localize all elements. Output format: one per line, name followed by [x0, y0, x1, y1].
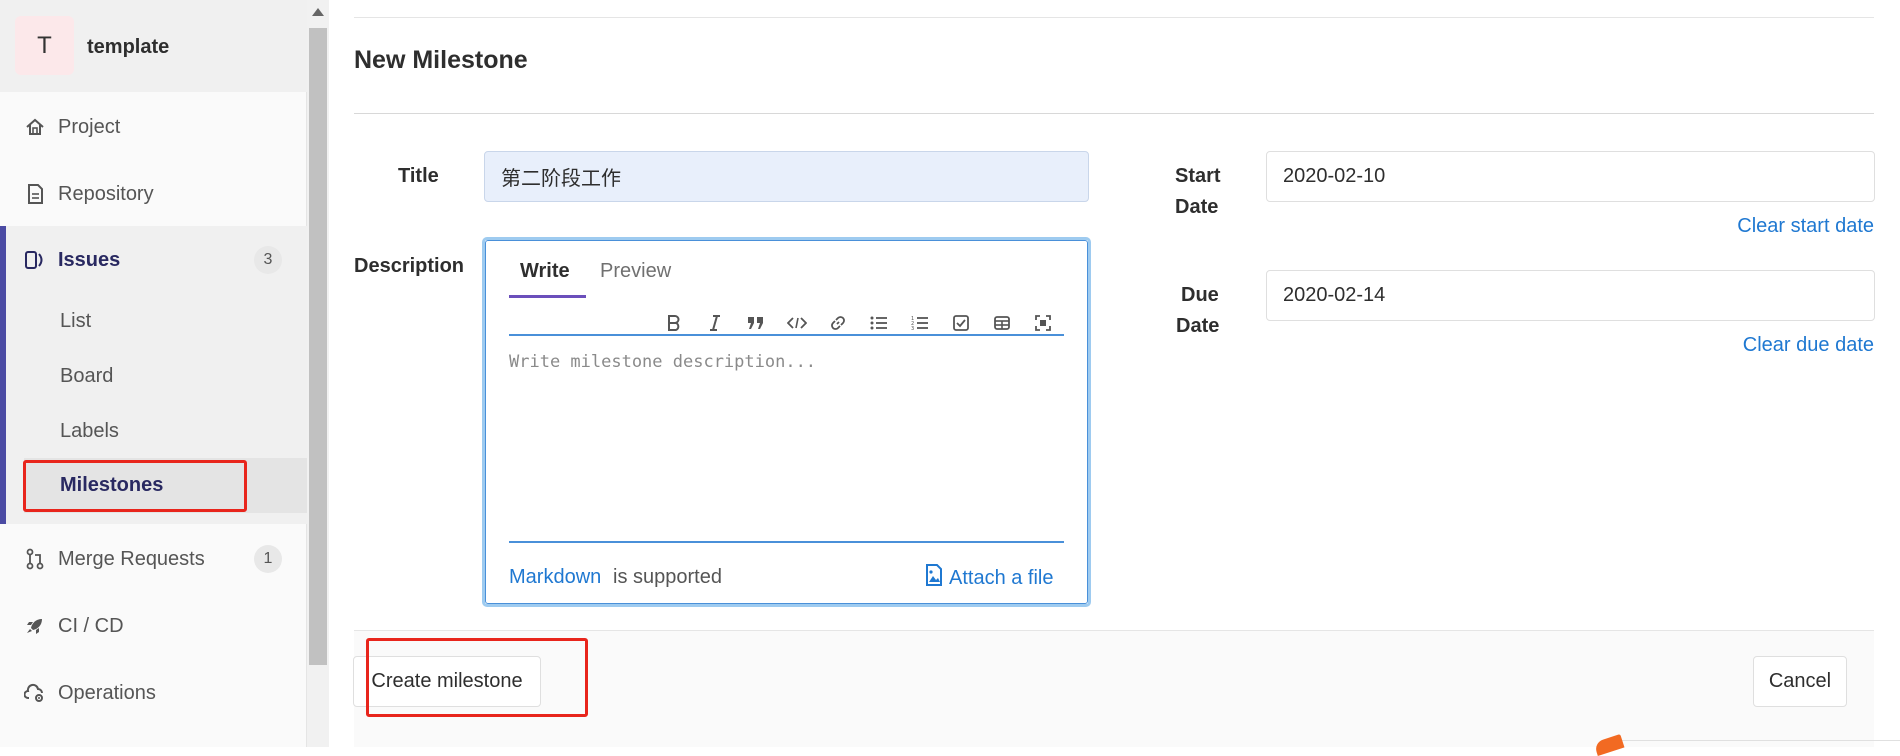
divider	[354, 113, 1874, 114]
cloud-gear-icon	[24, 682, 46, 704]
sidebar-item-operations[interactable]: Operations	[0, 663, 307, 723]
project-header[interactable]: T template	[0, 0, 307, 92]
sidebar-item-merge-requests[interactable]: Merge Requests 1	[0, 529, 307, 589]
divider	[354, 17, 1874, 18]
active-tab-underline	[509, 295, 586, 298]
numbered-list-icon[interactable]: 123	[899, 310, 940, 336]
document-icon	[24, 183, 46, 205]
merge-requests-count-badge: 1	[254, 545, 282, 573]
tab-write[interactable]: Write	[520, 260, 570, 283]
description-label: Description	[354, 255, 465, 277]
table-icon[interactable]	[981, 310, 1022, 336]
project-avatar: T	[15, 16, 74, 75]
sidebar-item-repository[interactable]: Repository	[0, 164, 307, 224]
main-content: New Milestone Title 第二阶段工作 Description W…	[329, 0, 1900, 747]
due-date-label-line1: Due	[1181, 284, 1219, 306]
italic-icon[interactable]	[694, 310, 735, 336]
sidebar-item-label: Issues	[58, 248, 121, 271]
clear-due-date-link[interactable]: Clear due date	[1629, 334, 1874, 357]
attach-file-label: Attach a file	[949, 566, 1054, 589]
link-icon[interactable]	[817, 310, 858, 336]
task-list-icon[interactable]	[940, 310, 981, 336]
sidebar-item-label: Repository	[58, 182, 154, 205]
due-date-label-line2: Date	[1176, 315, 1220, 337]
sidebar: T template Project Repository Issues 3 L…	[0, 0, 307, 747]
merge-request-icon	[24, 548, 46, 570]
sidebar-item-label: Operations	[58, 681, 156, 704]
tab-preview[interactable]: Preview	[600, 260, 671, 283]
toolbar-divider	[509, 334, 1064, 336]
page-title: New Milestone	[354, 46, 528, 74]
scrollbar-thumb[interactable]	[309, 28, 327, 665]
scroll-up-arrow-icon[interactable]	[312, 8, 324, 16]
markdown-toolbar: 123	[653, 310, 1063, 336]
due-date-input[interactable]: 2020-02-14	[1266, 270, 1875, 321]
milestones-highlight-box	[23, 460, 247, 512]
sidebar-item-label: Merge Requests	[58, 547, 205, 570]
start-date-label-line2: Date	[1175, 196, 1219, 218]
description-textarea[interactable]: Write milestone description...	[509, 352, 816, 372]
home-icon	[24, 116, 46, 138]
create-button-highlight-box	[366, 638, 588, 717]
clear-start-date-link[interactable]: Clear start date	[1629, 215, 1874, 238]
sidebar-item-ci-cd[interactable]: CI / CD	[0, 596, 307, 656]
rocket-icon	[24, 615, 46, 637]
issues-icon	[24, 249, 46, 271]
cancel-button[interactable]: Cancel	[1753, 656, 1847, 707]
description-editor: Write Preview 123 Write milestone descri…	[482, 237, 1091, 607]
title-input[interactable]: 第二阶段工作	[484, 151, 1089, 202]
sidebar-subitem-labels[interactable]: Labels	[60, 420, 119, 443]
sidebar-item-project[interactable]: Project	[0, 97, 307, 157]
divider	[1620, 740, 1900, 741]
issues-count-badge: 3	[254, 246, 282, 274]
bold-icon[interactable]	[653, 310, 694, 336]
start-date-label-line1: Start	[1175, 165, 1221, 187]
sidebar-scrollbar[interactable]	[307, 0, 329, 747]
project-name: template	[87, 36, 170, 58]
quote-icon[interactable]	[735, 310, 776, 336]
markdown-supported-text: is supported	[613, 566, 722, 588]
sidebar-item-issues[interactable]: Issues 3	[0, 230, 307, 290]
svg-text:3: 3	[911, 326, 914, 331]
bullet-list-icon[interactable]	[858, 310, 899, 336]
sidebar-subitem-list[interactable]: List	[60, 310, 91, 333]
start-date-input[interactable]: 2020-02-10	[1266, 151, 1875, 202]
sidebar-item-label: CI / CD	[58, 614, 124, 637]
sidebar-subitem-board[interactable]: Board	[60, 365, 113, 388]
fullscreen-icon[interactable]	[1022, 310, 1063, 336]
editor-bottom-divider	[509, 541, 1064, 543]
code-icon[interactable]	[776, 310, 817, 336]
markdown-link[interactable]: Markdown	[509, 566, 601, 589]
sidebar-item-label: Project	[58, 115, 121, 138]
title-label: Title	[398, 165, 439, 187]
attach-file-button[interactable]: Attach a file	[925, 564, 1054, 592]
image-file-icon	[925, 564, 943, 592]
